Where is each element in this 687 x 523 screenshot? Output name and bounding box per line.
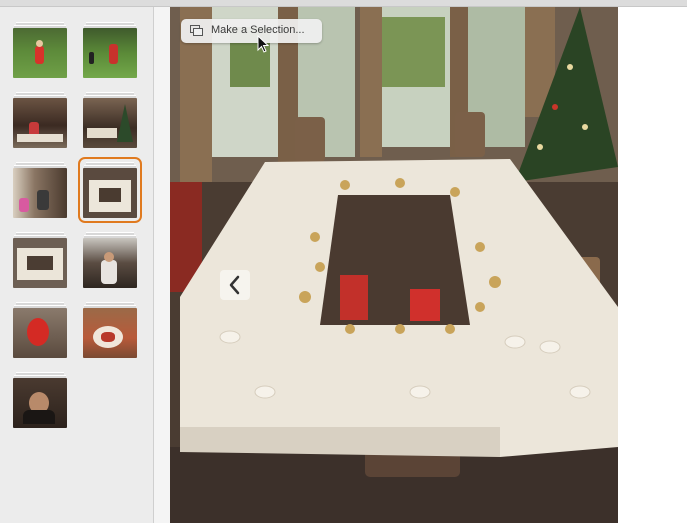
selection-icon: [190, 25, 203, 36]
thumbnail-dining-room-kids[interactable]: [13, 92, 67, 148]
thumbnail-image: [13, 378, 67, 428]
chair: [455, 112, 485, 157]
thumbnail-image: [13, 168, 67, 218]
right-empty-pane: [618, 7, 687, 523]
thumbnail-image: [83, 238, 137, 288]
thumbnail-child-in-doorway[interactable]: [83, 232, 137, 288]
thumbnail-image: [13, 238, 67, 288]
thumbnail-red-balloon[interactable]: [13, 302, 67, 358]
thumbnail-banquet-table-wide[interactable]: [13, 232, 67, 288]
thumbnail-image: [13, 98, 67, 148]
thumbnail-dining-room-tree[interactable]: [83, 92, 137, 148]
curtain: [360, 7, 382, 157]
thumbnail-sidebar: [0, 7, 153, 523]
thumbnail-children-on-lawn[interactable]: [83, 22, 137, 78]
ornament: [567, 64, 573, 70]
garden-foliage: [375, 17, 445, 87]
chair: [295, 117, 325, 162]
ornament: [552, 104, 558, 110]
chevron-left-icon: [229, 275, 240, 295]
thumbnail-image: [83, 98, 137, 148]
thumbnail-child-in-red-on-lawn[interactable]: [13, 22, 67, 78]
thumbnail-image: [83, 308, 137, 358]
tablecloth-edge: [180, 427, 500, 457]
thumbnail-banquet-table-selected[interactable]: [78, 157, 142, 223]
thumbnail-kids-near-window[interactable]: [13, 162, 67, 218]
thumbnail-image: [13, 28, 67, 78]
thumbnail-plate-of-food[interactable]: [83, 302, 137, 358]
thumbnail-image: [83, 168, 137, 218]
gift-box: [340, 275, 368, 320]
photo-viewer: [170, 7, 618, 523]
ornament: [582, 124, 588, 130]
make-selection-button[interactable]: Make a Selection...: [181, 19, 322, 43]
ornament: [537, 144, 543, 150]
thumbnail-image: [13, 308, 67, 358]
thumbnail-man-at-table[interactable]: [13, 372, 67, 428]
mouse-cursor-icon: [257, 35, 269, 53]
thumbnail-image: [83, 28, 137, 78]
banquet-table-photo: [170, 7, 618, 523]
window-top-bar: [0, 0, 687, 7]
previous-photo-button[interactable]: [220, 270, 250, 300]
gift-box: [410, 289, 440, 321]
viewer-gutter: [154, 7, 170, 523]
